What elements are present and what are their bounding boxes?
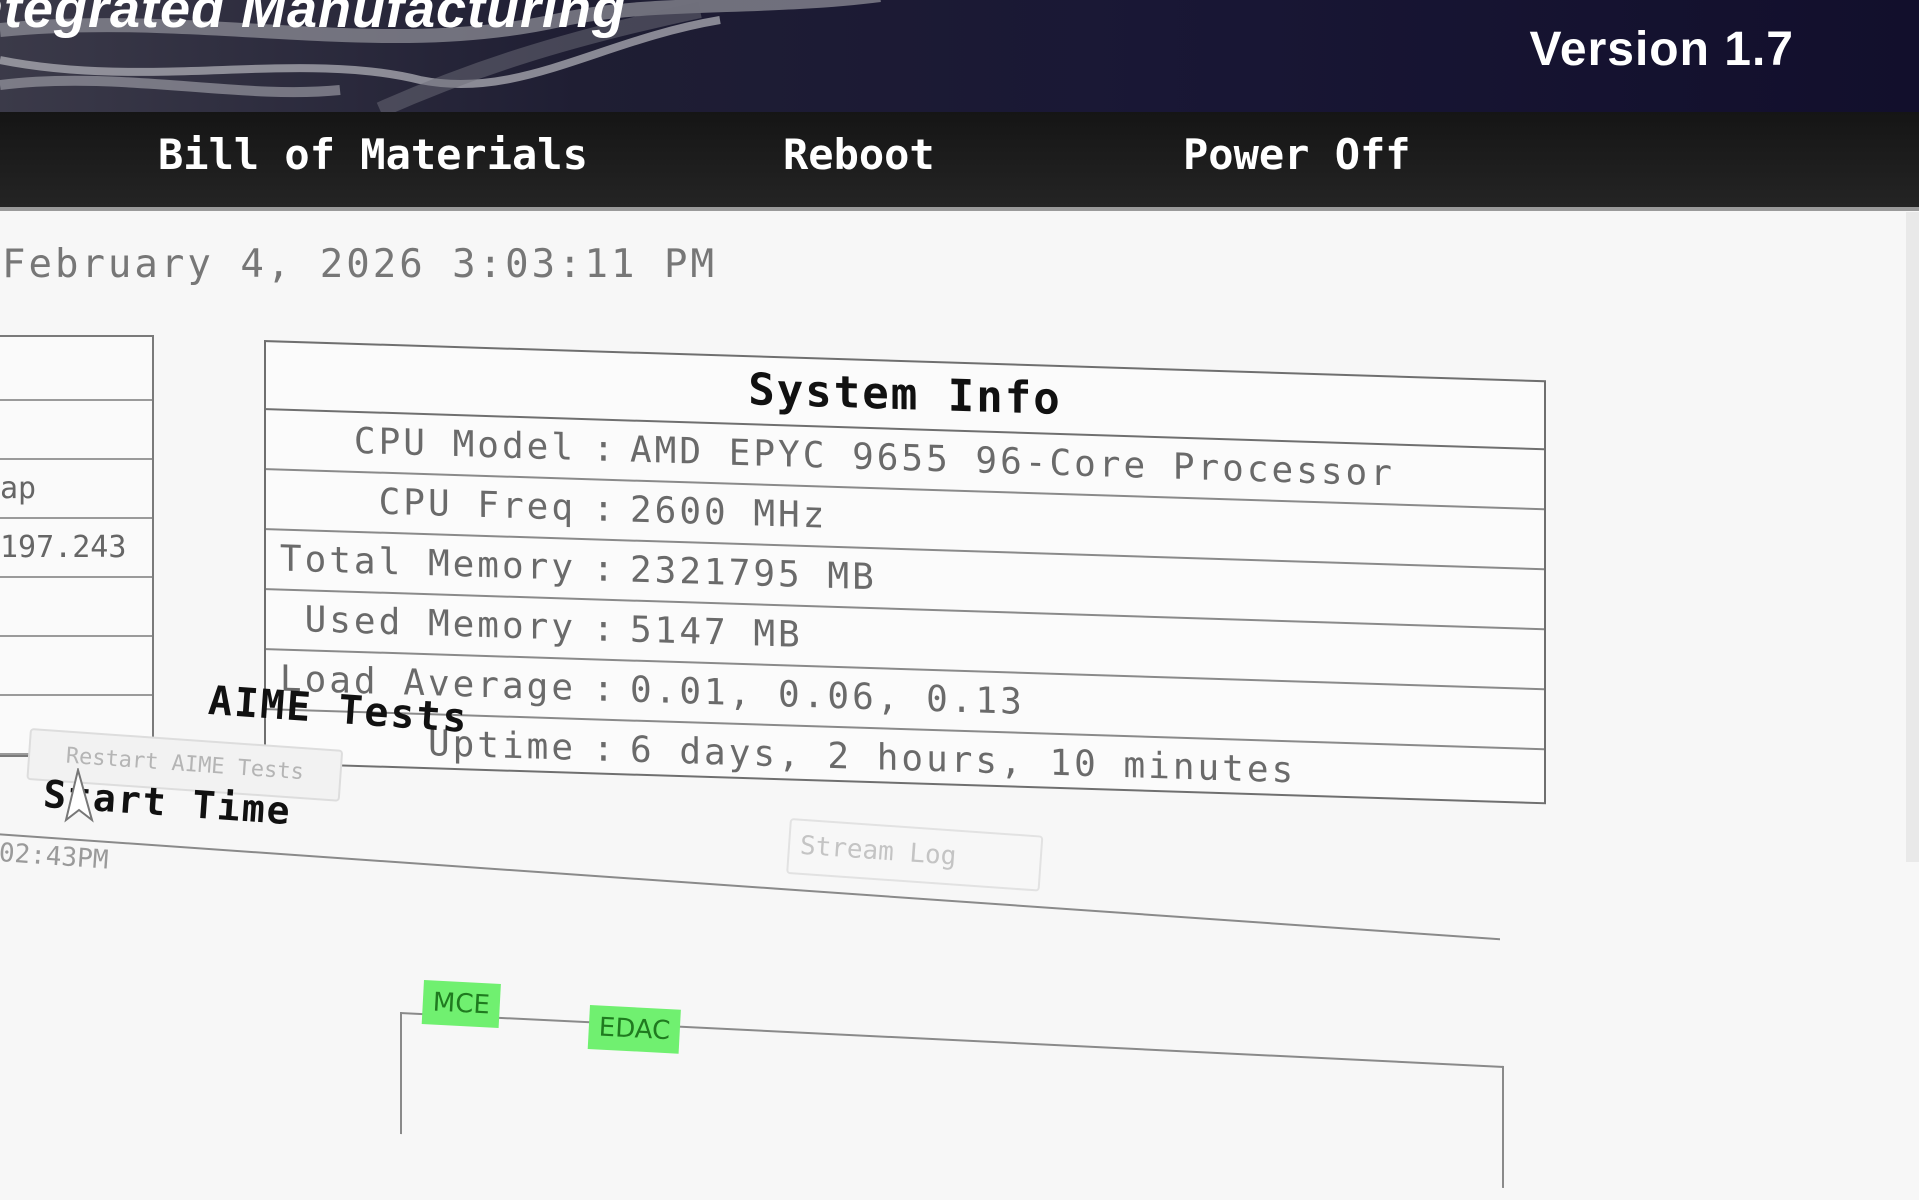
separator: :	[592, 668, 618, 711]
nav-bar: Bill of Materials Reboot Power Off	[0, 112, 1919, 211]
system-info-label: CPU Model	[353, 420, 576, 469]
separator: :	[592, 728, 618, 771]
mouse-cursor-icon	[64, 768, 94, 823]
separator: :	[592, 608, 618, 651]
main-content: February 4, 2026 3:03:11 PM ap 197.243 S…	[0, 212, 1919, 1200]
separator: :	[592, 488, 618, 531]
bill-of-materials-button[interactable]: Bill of Materials	[158, 130, 588, 179]
app-title: ntegrated Manufacturing	[0, 0, 627, 39]
left-info-panel: ap 197.243	[0, 335, 154, 757]
edac-badge[interactable]: EDAC	[587, 1005, 682, 1054]
current-datetime: February 4, 2026 3:03:11 PM	[2, 242, 717, 287]
scrollbar-track[interactable]	[1906, 212, 1919, 862]
system-info-label: CPU Freq	[378, 481, 576, 529]
left-panel-row	[0, 337, 152, 401]
left-panel-row: ap	[0, 460, 152, 519]
system-info-label: Used Memory	[304, 599, 576, 649]
system-info-label: Total Memory	[279, 538, 576, 589]
left-panel-row	[0, 637, 152, 696]
separator: :	[592, 548, 618, 591]
reboot-button[interactable]: Reboot	[783, 130, 935, 179]
left-panel-row	[0, 578, 152, 637]
power-off-button[interactable]: Power Off	[1183, 130, 1411, 179]
header-banner: ntegrated Manufacturing Version 1.7	[0, 0, 1919, 118]
version-label: Version 1.7	[1529, 23, 1794, 76]
separator: :	[592, 428, 618, 471]
mce-badge[interactable]: MCE	[421, 980, 501, 1028]
left-panel-row: 197.243	[0, 519, 152, 578]
left-panel-row	[0, 401, 152, 460]
